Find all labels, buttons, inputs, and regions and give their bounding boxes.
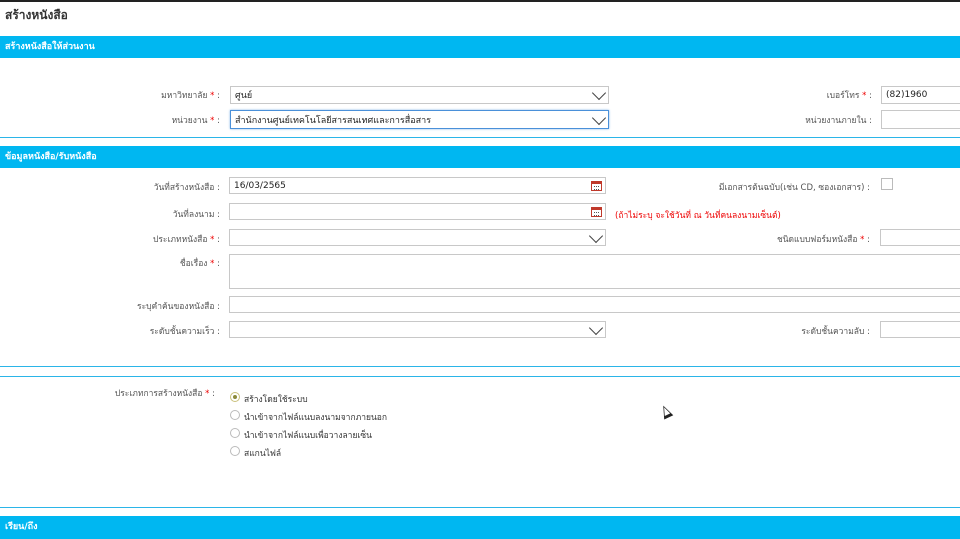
subject-label: ชื่อเรื่อง * : — [179, 259, 220, 269]
phone-label: เบอร์โทร * : — [826, 91, 872, 101]
signed-date-input[interactable] — [229, 203, 606, 220]
department-select[interactable]: สำนักงานศูนย์เทคโนโลยีสารสนเทศและการสื่อ… — [230, 110, 609, 129]
radio-label: สร้างโดยใช้ระบบ — [244, 395, 308, 405]
created-date-value: 16/03/2565 — [234, 180, 286, 191]
section-header-recipient: เรียน/ถึง — [0, 516, 960, 539]
secrecy-label: ระดับชั้นความลับ : — [801, 327, 870, 337]
chevron-down-icon — [591, 85, 607, 101]
internal-unit-label: หน่วยงานภายใน : — [805, 116, 872, 126]
secrecy-select[interactable] — [880, 321, 960, 338]
top-border — [0, 0, 960, 2]
has-original-checkbox[interactable] — [881, 178, 893, 190]
signed-date-label: วันที่ลงนาม : — [172, 210, 220, 220]
chevron-down-icon — [591, 110, 607, 125]
internal-unit-select[interactable] — [881, 110, 960, 129]
section-header-department: สร้างหนังสือให้ส่วนงาน — [0, 36, 960, 58]
phone-input[interactable]: (82)1960 — [881, 86, 960, 104]
university-select-value: ศูนย์ — [235, 91, 253, 101]
doc-type-select[interactable] — [229, 228, 606, 246]
department-label: หน่วยงาน * : — [171, 116, 220, 126]
section-divider — [0, 137, 960, 138]
form-type-label: ชนิดแบบฟอร์มหนังสือ * : — [776, 235, 870, 245]
chevron-down-icon — [588, 228, 604, 243]
university-select[interactable]: ศูนย์ — [230, 85, 609, 104]
urgency-label: ระดับชั้นความเร็ว : — [149, 327, 220, 337]
mouse-cursor-icon — [658, 403, 674, 420]
section-header-document-info: ข้อมูลหนังสือ/รับหนังสือ — [0, 146, 960, 168]
calendar-icon[interactable] — [591, 181, 602, 191]
chevron-down-icon — [588, 320, 604, 335]
keywords-label: ระบุคำค้นของหนังสือ : — [137, 302, 220, 312]
urgency-select[interactable] — [229, 320, 606, 338]
subject-textarea[interactable] — [229, 254, 960, 289]
university-label: มหาวิทยาลัย * : — [161, 91, 220, 101]
radio-import-for-signature[interactable] — [230, 428, 240, 438]
radio-label: นำเข้าจากไฟล์แนบเพื่อวางลายเซ็น — [244, 431, 372, 441]
section-divider — [0, 366, 960, 367]
radio-create-by-system[interactable] — [230, 392, 240, 402]
radio-label: นำเข้าจากไฟล์แนบลงนามจากภายนอก — [244, 413, 388, 423]
calendar-icon[interactable] — [591, 207, 602, 217]
section-divider — [0, 376, 960, 377]
created-date-label: วันที่สร้างหนังสือ : — [153, 183, 220, 193]
phone-input-value: (82)1960 — [886, 90, 928, 100]
department-select-value: สำนักงานศูนย์เทคโนโลยีสารสนเทศและการสื่อ… — [235, 115, 432, 126]
has-original-label: มีเอกสารต้นฉบับ(เช่น CD, ซองเอกสาร) : — [718, 183, 870, 193]
keywords-input[interactable] — [229, 296, 960, 313]
page-title: สร้างหนังสือ — [5, 8, 68, 22]
radio-label: สแกนไฟล์ — [244, 449, 282, 459]
signed-date-note: (ถ้าไม่ระบุ จะใช้วันที่ ณ วันที่คนลงนามเ… — [615, 211, 781, 221]
creation-type-label: ประเภทการสร้างหนังสือ * : — [114, 389, 215, 399]
radio-import-external-signed[interactable] — [230, 410, 240, 420]
form-type-select[interactable] — [880, 229, 960, 246]
section-divider — [0, 507, 960, 508]
doc-type-label: ประเภทหนังสือ * : — [152, 235, 220, 245]
radio-scan-file[interactable] — [230, 446, 240, 456]
created-date-input[interactable]: 16/03/2565 — [229, 177, 606, 194]
